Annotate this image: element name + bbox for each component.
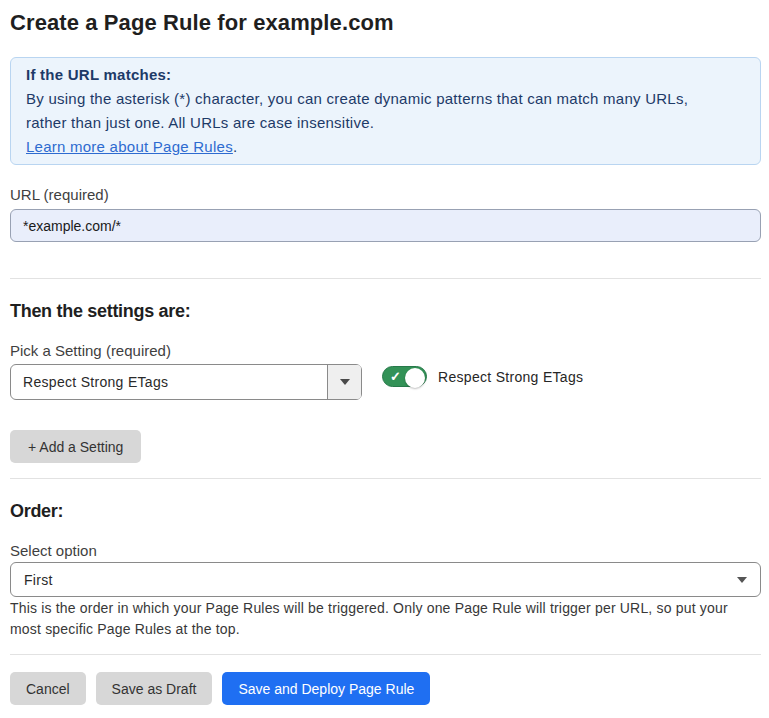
order-select[interactable]: First	[10, 562, 761, 597]
setting-select-value: Respect Strong ETags	[11, 365, 327, 399]
url-match-info-box: If the URL matches: By using the asteris…	[10, 57, 761, 165]
order-section-heading: Order:	[10, 501, 761, 521]
order-help-text: This is the order in which your Page Rul…	[10, 598, 761, 640]
section-divider	[10, 478, 761, 479]
setting-toggle[interactable]: ✓	[382, 366, 427, 387]
save-draft-button[interactable]: Save as Draft	[96, 672, 213, 705]
chevron-down-icon	[737, 577, 747, 583]
url-input[interactable]	[10, 209, 761, 242]
add-setting-button[interactable]: + Add a Setting	[10, 430, 141, 463]
save-deploy-button[interactable]: Save and Deploy Page Rule	[222, 672, 430, 705]
setting-select-arrow-button[interactable]	[327, 365, 361, 399]
order-select-value: First	[24, 572, 737, 588]
cancel-button[interactable]: Cancel	[10, 672, 86, 705]
check-icon: ✓	[390, 370, 401, 383]
footer-divider	[10, 654, 761, 655]
setting-select[interactable]: Respect Strong ETags	[10, 364, 362, 400]
learn-more-link[interactable]: Learn more about Page Rules	[26, 138, 233, 155]
pick-setting-label: Pick a Setting (required)	[10, 342, 761, 360]
settings-section-heading: Then the settings are:	[10, 301, 761, 321]
caret-down-icon	[340, 379, 350, 385]
setting-row: Respect Strong ETags ✓ Respect Strong ET…	[10, 364, 761, 400]
order-select-label: Select option	[10, 542, 761, 560]
toggle-knob	[405, 368, 425, 388]
url-field-label: URL (required)	[10, 186, 761, 204]
info-box-body: By using the asterisk (*) character, you…	[26, 87, 745, 135]
setting-toggle-label: Respect Strong ETags	[438, 365, 583, 389]
page-title: Create a Page Rule for example.com	[10, 10, 761, 35]
info-box-heading: If the URL matches:	[26, 63, 745, 87]
link-suffix: .	[233, 138, 237, 155]
section-divider	[10, 278, 761, 279]
footer-actions: Cancel Save as Draft Save and Deploy Pag…	[10, 672, 761, 705]
info-box-link-line: Learn more about Page Rules.	[26, 135, 745, 159]
page-rule-form: Create a Page Rule for example.com If th…	[0, 0, 769, 705]
